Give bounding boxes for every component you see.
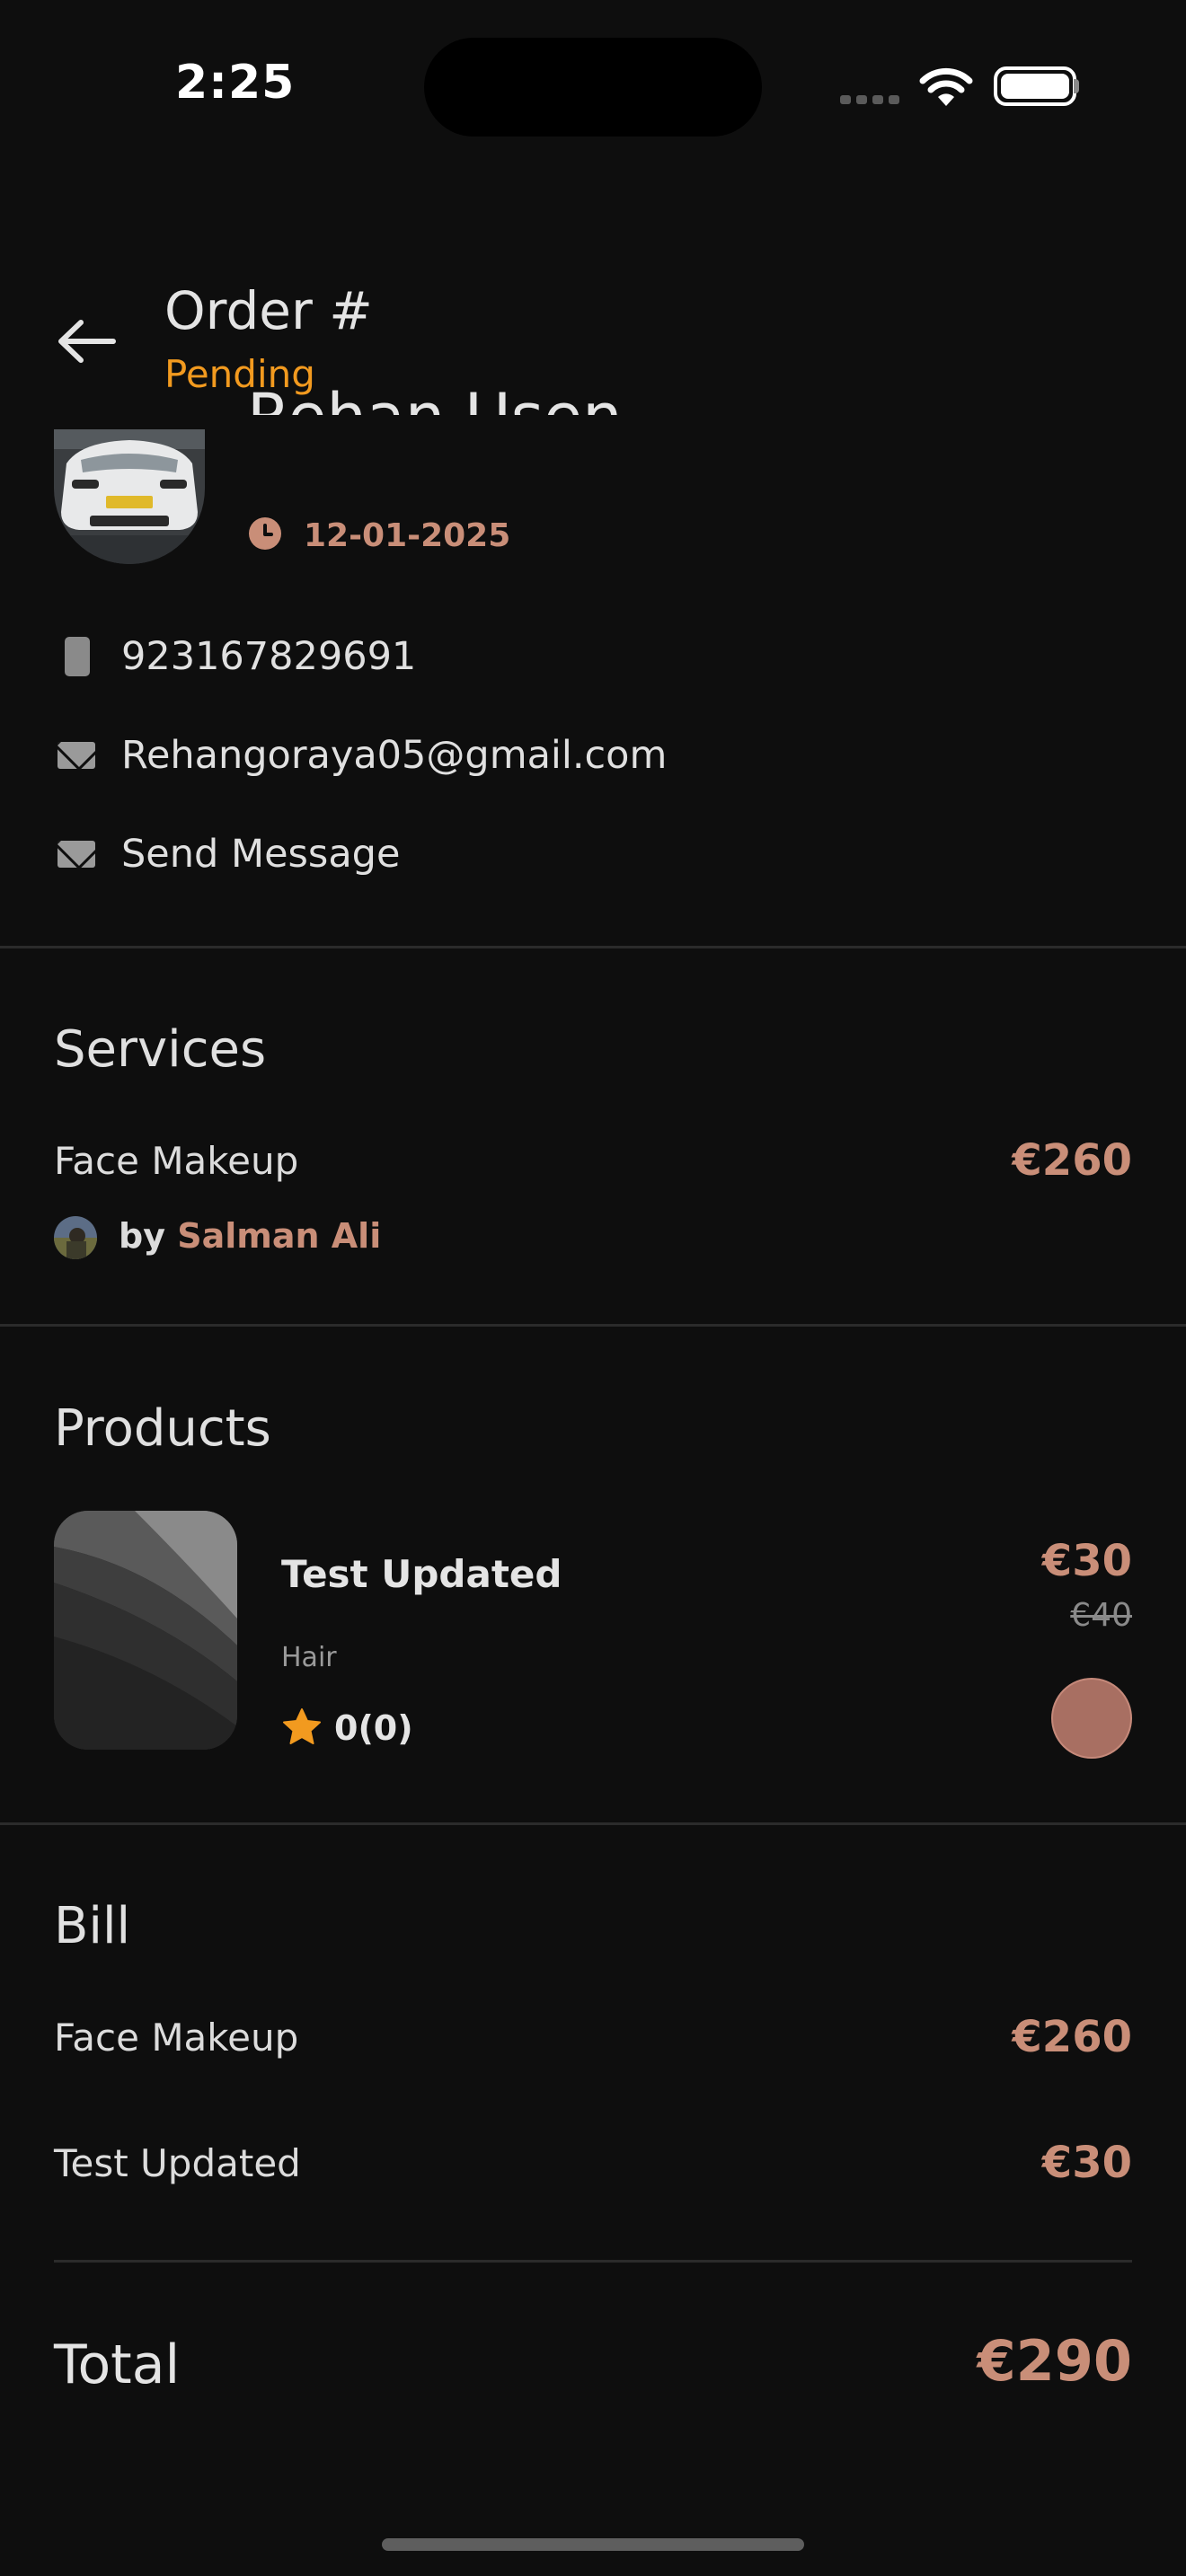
customer-email[interactable]: Rehangoraya05@gmail.com: [121, 733, 667, 778]
customer-phone[interactable]: 923167829691: [121, 634, 416, 679]
customer-avatar: [54, 429, 205, 564]
bill-line-amount: €30: [1041, 2138, 1132, 2188]
section-divider: [0, 1822, 1186, 1825]
bill-divider: [54, 2260, 1132, 2263]
service-price: €260: [1012, 1135, 1132, 1186]
phone-icon: [65, 637, 90, 676]
services-title: Services: [54, 1020, 267, 1079]
back-arrow-icon[interactable]: [54, 314, 119, 368]
provider-name[interactable]: Salman Ali: [177, 1216, 381, 1256]
product-name: Test Updated: [281, 1552, 562, 1596]
cellular-signal-icon: [840, 95, 899, 104]
product-rating: 0(0): [334, 1708, 413, 1748]
mail-icon: [58, 742, 95, 769]
battery-cap: [1074, 79, 1079, 93]
provider-avatar: [54, 1216, 97, 1259]
service-name: Face Makeup: [54, 1139, 299, 1183]
product-image[interactable]: [54, 1511, 237, 1750]
total-label: Total: [54, 2333, 181, 2396]
page-title: Order #: [164, 280, 373, 341]
section-divider: [0, 1324, 1186, 1327]
section-divider: [0, 946, 1186, 948]
products-title: Products: [54, 1399, 271, 1458]
send-message-link[interactable]: Send Message: [121, 832, 400, 877]
bill-line-amount: €260: [1012, 2012, 1132, 2062]
clock-icon: [249, 517, 281, 550]
order-date: 12-01-2025: [304, 517, 511, 554]
wifi-icon: [919, 67, 973, 106]
message-icon: [58, 841, 95, 868]
bill-line-label: Face Makeup: [54, 2016, 299, 2060]
by-label: by: [119, 1216, 165, 1256]
product-color-swatch: [1051, 1678, 1132, 1759]
product-category: Hair: [281, 1642, 337, 1673]
product-price: €30: [1041, 1536, 1132, 1586]
battery-icon: [994, 66, 1076, 106]
home-indicator[interactable]: [382, 2538, 804, 2551]
bill-line-label: Test Updated: [54, 2141, 301, 2185]
customer-name: Rehan Usen: [247, 363, 623, 415]
product-old-price: €40: [1070, 1597, 1132, 1634]
total-amount: €290: [977, 2328, 1132, 2394]
dynamic-island: [424, 38, 762, 137]
service-provider[interactable]: by Salman Ali: [119, 1216, 381, 1256]
star-icon: [283, 1708, 321, 1744]
status-time: 2:25: [175, 56, 296, 110]
bill-title: Bill: [54, 1897, 131, 1955]
